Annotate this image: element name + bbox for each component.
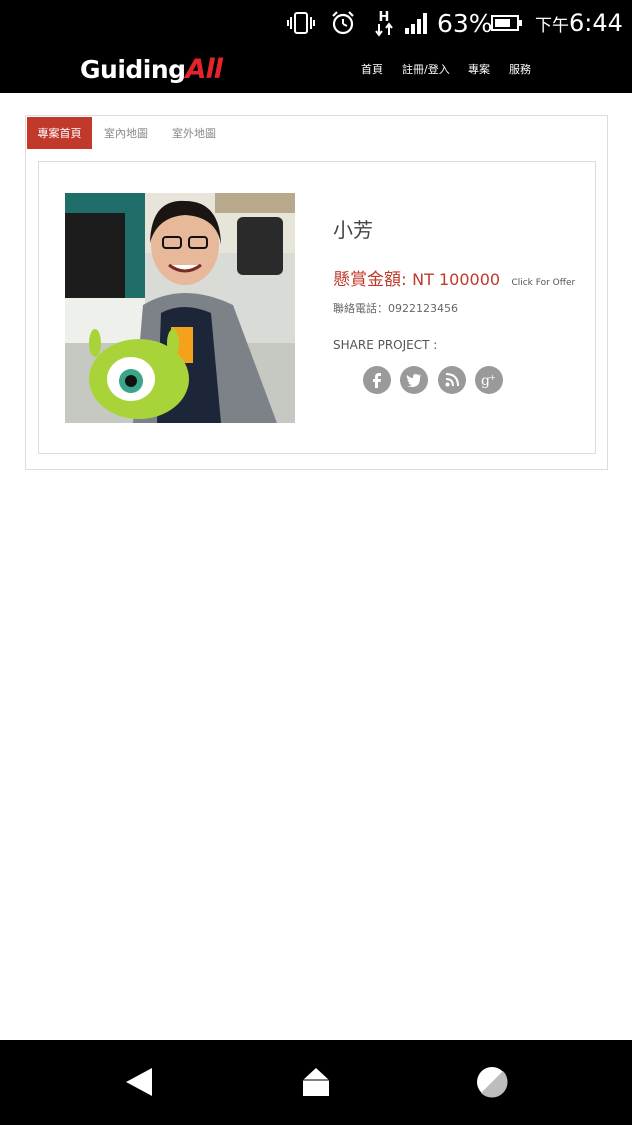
phone-label: 聯絡電話：: [333, 302, 388, 315]
phone-number: 0922123456: [388, 302, 458, 315]
tab-indoor-map[interactable]: 室內地圖: [98, 117, 154, 149]
recent-apps-icon[interactable]: [472, 1062, 512, 1102]
nav-register-login[interactable]: 註冊/登入: [402, 61, 450, 77]
reward-amount: NT 100000: [412, 270, 501, 289]
network-letter: H: [379, 10, 390, 25]
signal-icon: [403, 0, 431, 46]
network-h-icon: H: [372, 0, 396, 46]
alarm-icon: [328, 0, 358, 46]
battery-percent: 63%: [437, 8, 493, 38]
contact-phone: 聯絡電話：0922123456: [333, 300, 458, 316]
svg-text:+: +: [489, 373, 496, 382]
nav-projects[interactable]: 專案: [468, 61, 490, 77]
reward-label: 懸賞金額:: [333, 270, 407, 290]
home-icon[interactable]: [296, 1062, 336, 1102]
project-photo: [65, 193, 295, 423]
time-value: 6:44: [569, 9, 623, 37]
time-prefix: 下午: [535, 15, 569, 36]
rss-icon[interactable]: [438, 366, 466, 394]
logo[interactable]: Guiding All: [80, 52, 223, 86]
app-header: Guiding All 首頁 註冊/登入 專案 服務: [0, 46, 632, 93]
logo-text-main: Guiding: [80, 54, 186, 84]
tab-project-home[interactable]: 專案首頁: [27, 117, 92, 149]
facebook-icon[interactable]: [363, 366, 391, 394]
status-bar: H 63% 下午 6:44: [0, 0, 632, 46]
vibrate-icon: [286, 0, 316, 46]
back-icon[interactable]: [118, 1062, 158, 1102]
project-name: 小芳: [333, 218, 373, 242]
clock: 下午 6:44: [535, 0, 623, 46]
project-card: 小芳 懸賞金額: NT 100000 Click For Offer 聯絡電話：…: [38, 161, 596, 454]
reward-line: 懸賞金額: NT 100000 Click For Offer: [333, 265, 575, 290]
tab-outdoor-map[interactable]: 室外地圖: [166, 117, 222, 149]
nav-services[interactable]: 服務: [509, 61, 531, 77]
system-nav-bar: [0, 1040, 632, 1125]
battery-icon: [490, 0, 524, 46]
logo-text-accent: All: [185, 53, 223, 85]
share-label: SHARE PROJECT :: [333, 338, 438, 352]
project-panel: 專案首頁 室內地圖 室外地圖 小芳 懸賞金額: NT 100000 Click …: [25, 115, 608, 470]
twitter-icon[interactable]: [400, 366, 428, 394]
nav-home[interactable]: 首頁: [361, 61, 383, 77]
offer-link[interactable]: Click For Offer: [511, 278, 575, 288]
google-plus-icon[interactable]: g +: [475, 366, 503, 394]
